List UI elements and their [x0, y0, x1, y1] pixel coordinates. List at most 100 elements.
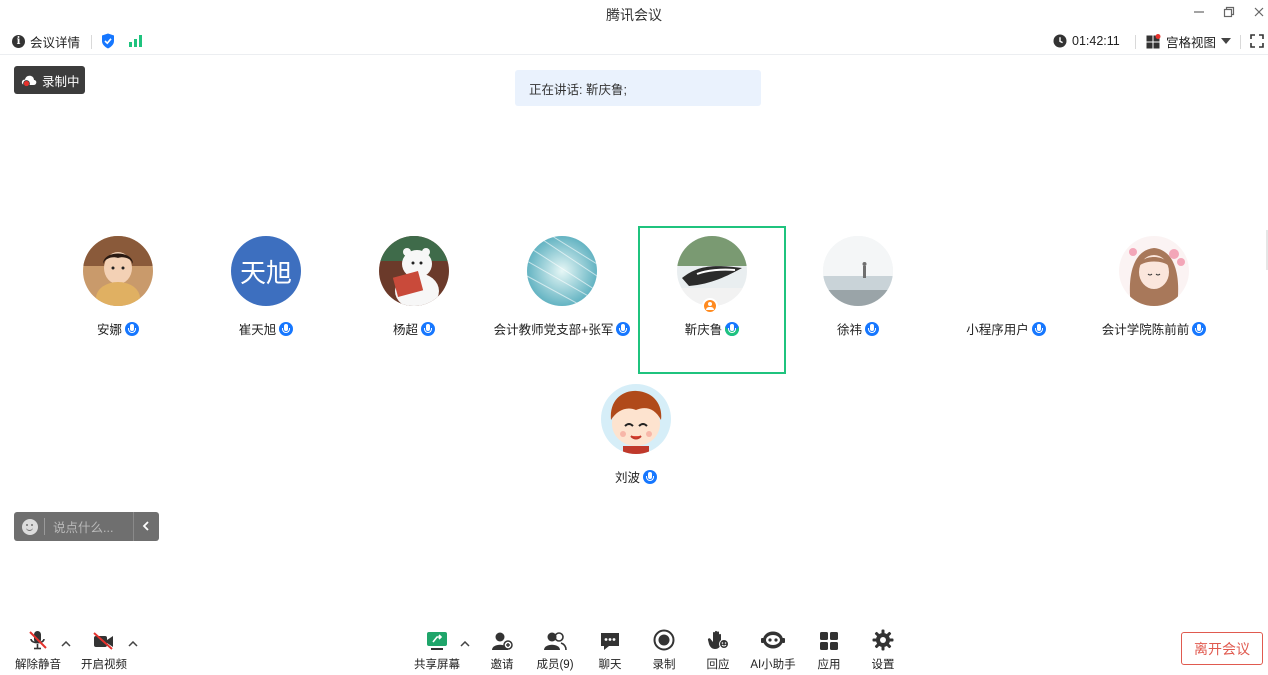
- chevron-left-icon[interactable]: [142, 519, 150, 534]
- mic-muted-icon: [29, 631, 47, 650]
- settings-button[interactable]: 设置: [853, 627, 913, 672]
- participant-name-row: 靳庆鲁: [640, 319, 784, 338]
- members-button[interactable]: 成员(9): [525, 627, 585, 672]
- mic-icon: [125, 322, 139, 336]
- avatar: 天旭: [231, 236, 301, 306]
- participant-tile[interactable]: 刘波: [562, 374, 710, 522]
- meeting-details-label: 会议详情: [30, 35, 81, 50]
- security-shield-button[interactable]: [101, 31, 115, 51]
- apps-grid-icon: [820, 632, 838, 650]
- meeting-timer: 01:42:11: [1053, 31, 1120, 51]
- mic-icon: [1031, 322, 1046, 336]
- participant-name: 靳庆鲁: [684, 323, 723, 337]
- participant-name-row: 小程序用户: [932, 319, 1080, 338]
- mic-icon: [421, 322, 435, 336]
- participant-name: 会计学院陈前前: [1101, 323, 1190, 337]
- minimize-icon[interactable]: [1188, 2, 1210, 22]
- avatar: [527, 236, 597, 306]
- participant-tile[interactable]: 会计教师党支部+张军: [488, 226, 636, 374]
- participant-name: 小程序用户: [966, 323, 1029, 337]
- participant-tile[interactable]: 徐祎: [784, 226, 932, 374]
- caret-down-icon: [1221, 38, 1232, 44]
- share-options-caret-icon[interactable]: [460, 640, 470, 650]
- ai-assistant-button[interactable]: AI小助手: [743, 627, 803, 672]
- unmute-label: 解除静音: [15, 659, 61, 671]
- cloud-record-icon: [21, 75, 37, 87]
- participant-tile-active-speaker[interactable]: 靳庆鲁: [638, 226, 786, 374]
- invite-button[interactable]: 邀请: [472, 627, 532, 672]
- gear-icon: [872, 629, 894, 651]
- unmute-button[interactable]: 解除静音: [8, 627, 68, 672]
- participant-name-row: 刘波: [562, 467, 710, 486]
- restore-icon[interactable]: [1218, 2, 1240, 22]
- network-signal-button[interactable]: [128, 31, 144, 51]
- host-badge-icon: [702, 298, 718, 314]
- mic-icon: [643, 470, 657, 484]
- mic-icon: [616, 322, 631, 336]
- react-label: 回应: [706, 659, 730, 671]
- meeting-details-button[interactable]: i 会议详情: [12, 31, 80, 51]
- info-icon: i: [12, 34, 25, 48]
- members-label: 成员(9): [536, 659, 574, 671]
- avatar: [379, 236, 449, 306]
- video-options-caret-icon[interactable]: [128, 640, 138, 650]
- hand-wave-icon: [707, 630, 729, 649]
- share-screen-label: 共享屏幕: [414, 659, 460, 671]
- speaking-banner: 正在讲话: 靳庆鲁;: [515, 70, 761, 106]
- settings-label: 设置: [871, 659, 895, 671]
- leave-meeting-button[interactable]: 离开会议: [1181, 632, 1263, 665]
- view-mode-dropdown[interactable]: 宫格视图: [1146, 31, 1232, 51]
- apps-label: 应用: [817, 659, 841, 671]
- fullscreen-button[interactable]: [1250, 31, 1264, 51]
- recording-badge[interactable]: 录制中: [14, 66, 85, 94]
- participant-tile[interactable]: 会计学院陈前前: [1080, 226, 1228, 374]
- avatar-initials: 天旭: [239, 258, 292, 289]
- video-off-icon: [93, 632, 113, 650]
- grid-view-icon: [1146, 33, 1161, 48]
- record-label: 录制: [652, 659, 676, 671]
- participant-tile[interactable]: 天旭 崔天旭: [192, 226, 340, 374]
- record-icon: [653, 629, 675, 651]
- timer-value: 01:42:11: [1072, 34, 1120, 48]
- invite-user-icon: [492, 632, 513, 650]
- participant-name-row: 崔天旭: [192, 319, 340, 338]
- recording-label: 录制中: [42, 74, 80, 89]
- start-video-button[interactable]: 开启视频: [74, 627, 134, 672]
- fullscreen-icon: [1250, 34, 1264, 48]
- chat-input-placeholder[interactable]: 说点什么...: [53, 517, 133, 536]
- participant-name: 会计教师党支部+张军: [493, 323, 614, 337]
- record-button[interactable]: 录制: [634, 627, 694, 672]
- avatar: [83, 236, 153, 306]
- chat-button[interactable]: 聊天: [580, 627, 640, 672]
- chat-label: 聊天: [598, 659, 622, 671]
- participant-name-row: 会计教师党支部+张军: [488, 319, 636, 338]
- divider: [133, 512, 134, 541]
- chat-bubble-icon: [601, 633, 619, 650]
- participant-name: 安娜: [96, 323, 122, 337]
- participant-name: 刘波: [614, 471, 640, 485]
- participant-tile[interactable]: 杨超: [340, 226, 488, 374]
- divider: [1240, 35, 1241, 49]
- participant-name: 徐祎: [836, 323, 862, 337]
- members-icon: [544, 632, 567, 651]
- clock-icon: [1053, 34, 1067, 48]
- react-button[interactable]: 回应: [688, 627, 748, 672]
- share-screen-icon: [427, 632, 447, 650]
- divider: [91, 35, 92, 49]
- participant-name: 崔天旭: [238, 323, 277, 337]
- mic-speaking-icon: [725, 322, 740, 336]
- close-icon[interactable]: [1248, 2, 1268, 22]
- share-screen-button[interactable]: 共享屏幕: [407, 627, 467, 672]
- avatar: [823, 236, 893, 306]
- view-mode-label: 宫格视图: [1166, 35, 1217, 50]
- participant-tile[interactable]: 小程序用户: [932, 226, 1080, 374]
- participant-tile[interactable]: 安娜: [44, 226, 192, 374]
- mic-icon: [865, 322, 879, 336]
- window-title: 腾讯会议: [606, 7, 662, 23]
- audio-options-caret-icon[interactable]: [61, 640, 71, 650]
- divider: [1135, 35, 1136, 49]
- emoji-icon[interactable]: [22, 518, 38, 535]
- apps-button[interactable]: 应用: [799, 627, 859, 672]
- chat-quick-input[interactable]: 说点什么...: [14, 512, 159, 541]
- divider: [44, 518, 45, 535]
